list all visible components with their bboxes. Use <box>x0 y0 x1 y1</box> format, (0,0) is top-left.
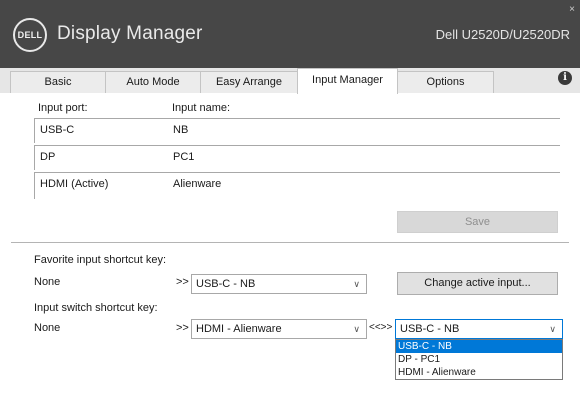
dell-logo-icon: DELL <box>13 18 47 52</box>
favorite-input-value: USB-C - NB <box>196 278 256 290</box>
input-name-field[interactable]: PC1 <box>173 151 194 163</box>
favorite-shortcut-label: Favorite input shortcut key: <box>34 254 167 266</box>
input-row-dp[interactable]: DP PC1 <box>34 145 560 170</box>
switch-arrows: >> <box>176 322 189 334</box>
input-port-header: Input port: <box>38 102 88 114</box>
info-icon[interactable]: i <box>558 71 572 85</box>
input-name-field[interactable]: Alienware <box>173 178 221 190</box>
swap-arrows: <<>> <box>369 322 393 333</box>
input-row-usbc[interactable]: USB-C NB <box>34 118 560 143</box>
favorite-shortcut-key[interactable]: None <box>34 276 60 288</box>
input-port-label: DP <box>40 151 56 163</box>
monitor-name: Dell U2520D/U2520DR <box>435 27 570 42</box>
section-divider <box>11 242 569 243</box>
tab-options[interactable]: Options <box>397 71 494 93</box>
change-active-input-button[interactable]: Change active input... <box>397 272 558 295</box>
title-bar: DELL Display Manager Dell U2520D/U2520DR… <box>0 0 580 68</box>
close-icon[interactable]: × <box>569 4 575 15</box>
tab-bar: Basic Auto Mode Easy Arrange Input Manag… <box>0 68 580 94</box>
switch-input-b-select[interactable]: USB-C - NB ∨ <box>395 319 563 339</box>
switch-shortcut-label: Input switch shortcut key: <box>34 302 158 314</box>
dropdown-option[interactable]: DP - PC1 <box>396 353 562 366</box>
switch-input-b-value: USB-C - NB <box>400 323 460 335</box>
favorite-input-select[interactable]: USB-C - NB ∨ <box>191 274 367 294</box>
input-name-field[interactable]: NB <box>173 124 188 136</box>
app-title: Display Manager <box>57 23 203 44</box>
save-button[interactable]: Save <box>397 211 558 233</box>
logo-text: DELL <box>17 30 43 40</box>
switch-input-a-value: HDMI - Alienware <box>196 323 282 335</box>
tab-basic[interactable]: Basic <box>10 71 106 93</box>
dropdown-option[interactable]: HDMI - Alienware <box>396 366 562 379</box>
input-port-label: USB-C <box>40 124 75 136</box>
chevron-down-icon: ∨ <box>549 324 556 334</box>
tab-easy-arrange[interactable]: Easy Arrange <box>200 71 298 93</box>
tab-input-manager[interactable]: Input Manager <box>297 68 398 94</box>
chevron-down-icon: ∨ <box>353 324 360 334</box>
chevron-down-icon: ∨ <box>353 279 360 289</box>
dropdown-option[interactable]: USB-C - NB <box>396 340 562 353</box>
switch-input-b-dropdown: USB-C - NB DP - PC1 HDMI - Alienware <box>395 339 563 380</box>
tab-auto-mode[interactable]: Auto Mode <box>105 71 201 93</box>
switch-input-a-select[interactable]: HDMI - Alienware ∨ <box>191 319 367 339</box>
favorite-arrows: >> <box>176 276 189 288</box>
input-name-header: Input name: <box>172 102 231 114</box>
input-row-hdmi[interactable]: HDMI (Active) Alienware <box>34 172 560 199</box>
input-port-label: HDMI (Active) <box>40 178 109 190</box>
switch-shortcut-key[interactable]: None <box>34 322 60 334</box>
